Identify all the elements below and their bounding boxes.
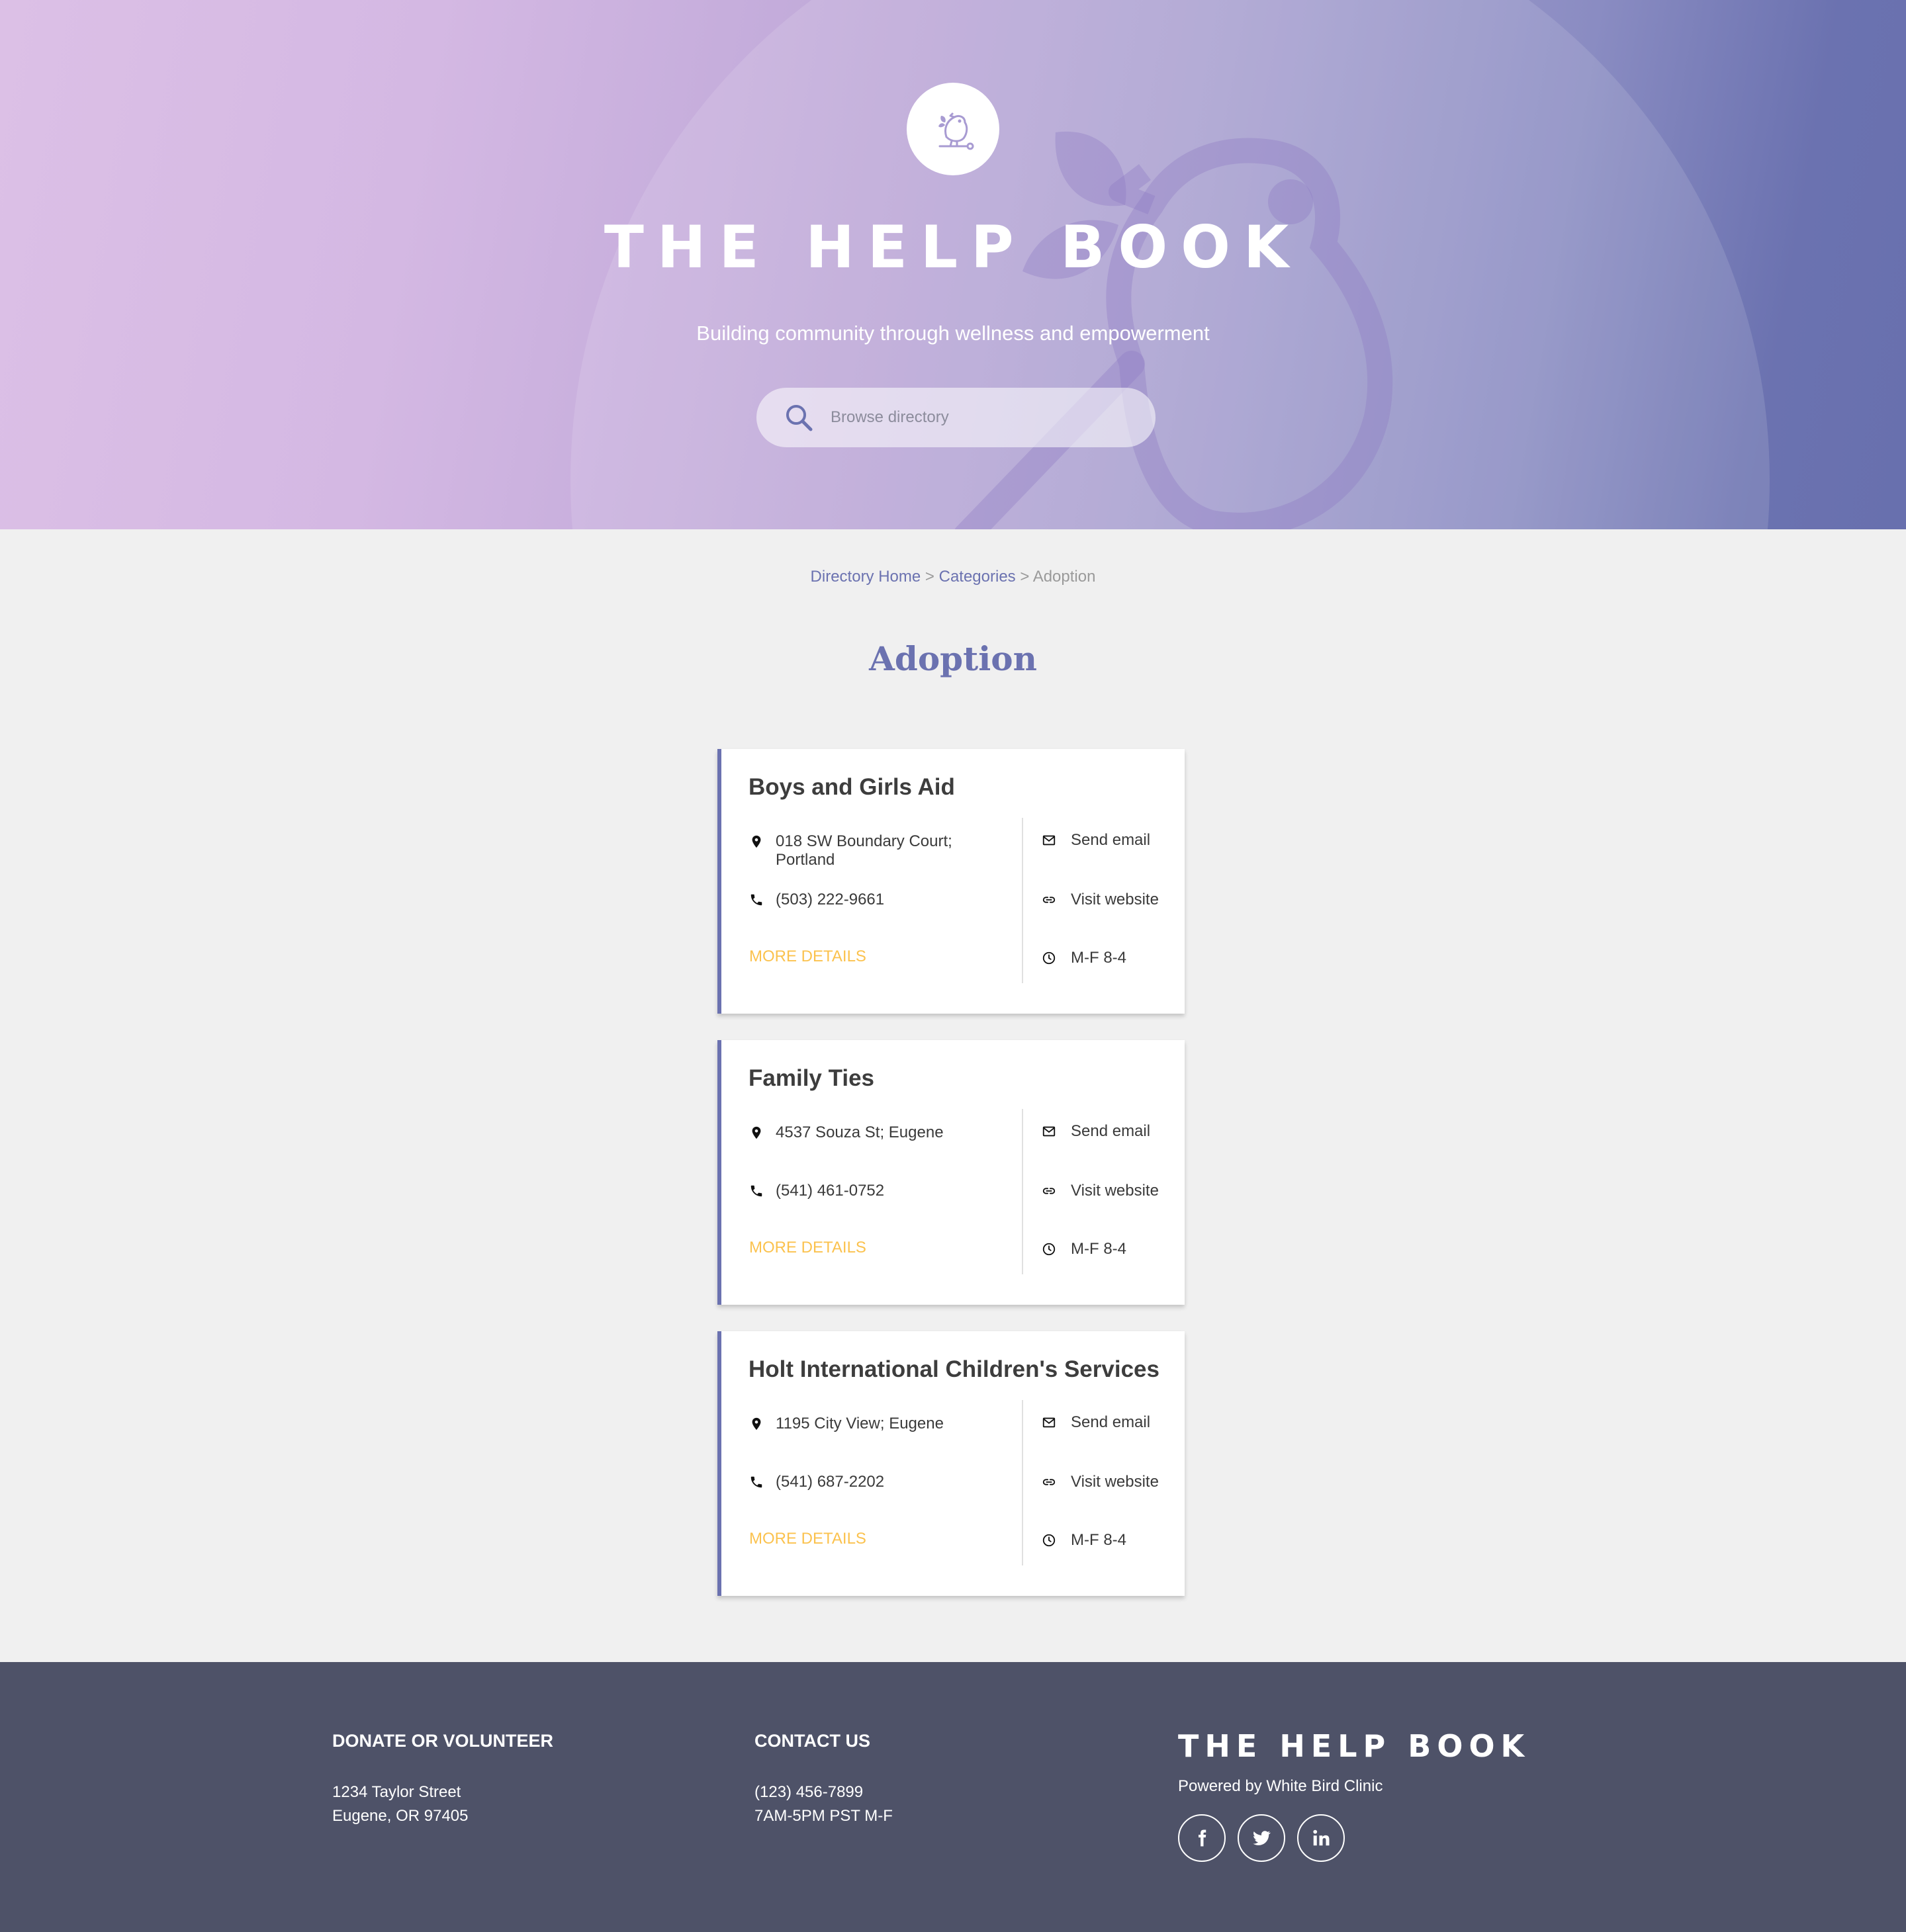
bird-logo-icon [938, 112, 974, 150]
card-divider [1022, 1109, 1023, 1274]
phone-icon [750, 894, 762, 906]
listing-card: Boys and Girls Aid 018 SW Boundary Court… [717, 749, 1185, 1014]
breadcrumb-separator: > [1020, 568, 1030, 586]
listing-name: Boys and Girls Aid [749, 774, 955, 800]
footer-brand: THE HELP BOOK [1178, 1728, 1531, 1764]
listing-phone-text: (541) 687-2202 [776, 1473, 885, 1491]
logo-badge[interactable] [907, 83, 999, 175]
listing-address-text: 4537 Souza St; Eugene [776, 1123, 944, 1141]
hero-subtitle: Building community through wellness and … [696, 322, 1210, 345]
hero-title: THE HELP BOOK [604, 213, 1302, 281]
breadcrumb-categories[interactable]: Categories [939, 568, 1016, 586]
footer: DONATE OR VOLUNTEER 1234 Taylor Street E… [0, 1662, 1906, 1932]
card-divider [1022, 818, 1023, 983]
listing-address: 4537 Souza St; Eugene [749, 1123, 1001, 1142]
link-icon [1042, 1188, 1056, 1194]
listing-address-text: 018 SW Boundary Court; Portland [776, 832, 952, 869]
listing-hours: M-F 8-4 [1042, 1240, 1126, 1258]
send-email-link[interactable]: Send email [1042, 831, 1150, 850]
more-details-link[interactable]: MORE DETAILS [749, 1530, 866, 1548]
visit-website-label: Visit website [1071, 891, 1159, 908]
listing-hours-text: M-F 8-4 [1071, 1240, 1126, 1258]
phone-icon [750, 1476, 762, 1488]
listing-card: Holt International Children's Services 1… [717, 1331, 1185, 1596]
visit-website-link[interactable]: Visit website [1042, 1473, 1159, 1491]
send-email-link[interactable]: Send email [1042, 1413, 1150, 1432]
listing-phone[interactable]: (503) 222-9661 [749, 891, 884, 909]
visit-website-label: Visit website [1071, 1182, 1159, 1200]
footer-contact-heading[interactable]: CONTACT US [754, 1731, 893, 1751]
visit-website-label: Visit website [1071, 1473, 1159, 1491]
listing-address-text: 1195 City View; Eugene [776, 1415, 944, 1432]
breadcrumb: Directory Home > Categories > Adoption [0, 568, 1906, 586]
footer-contact-phone: (123) 456-7899 [754, 1783, 864, 1801]
location-pin-icon [752, 1417, 761, 1430]
breadcrumb-separator: > [925, 568, 934, 586]
listing-hours: M-F 8-4 [1042, 949, 1126, 967]
listing-hours: M-F 8-4 [1042, 1531, 1126, 1550]
clock-icon [1042, 1534, 1056, 1547]
listing-phone[interactable]: (541) 461-0752 [749, 1182, 884, 1200]
footer-contact-hours: 7AM-5PM PST M-F [754, 1807, 893, 1825]
send-email-label: Send email [1071, 1413, 1151, 1431]
listing-phone-text: (503) 222-9661 [776, 891, 885, 908]
phone-icon [750, 1185, 762, 1197]
clock-icon [1042, 951, 1056, 965]
twitter-icon[interactable] [1238, 1814, 1285, 1862]
send-email-link[interactable]: Send email [1042, 1122, 1150, 1141]
footer-donate-line2: Eugene, OR 97405 [332, 1807, 469, 1825]
search-input[interactable] [831, 408, 1109, 427]
link-icon [1042, 1479, 1056, 1485]
link-icon [1042, 897, 1056, 903]
listing-phone[interactable]: (541) 687-2202 [749, 1473, 884, 1491]
page-title: Adoption [869, 639, 1037, 678]
listing-card: Family Ties 4537 Souza St; Eugene (541) … [717, 1040, 1185, 1305]
listing-address: 1195 City View; Eugene [749, 1415, 1001, 1433]
breadcrumb-current: Adoption [1032, 568, 1096, 586]
footer-contact: CONTACT US (123) 456-7899 7AM-5PM PST M-… [754, 1731, 893, 1828]
send-email-label: Send email [1071, 831, 1151, 849]
visit-website-link[interactable]: Visit website [1042, 1182, 1159, 1200]
hero-banner: THE HELP BOOK Building community through… [0, 0, 1906, 529]
listing-address: 018 SW Boundary Court; Portland [749, 832, 1001, 869]
location-pin-icon [752, 835, 761, 848]
card-divider [1022, 1400, 1023, 1565]
clock-icon [1042, 1243, 1056, 1256]
more-details-link[interactable]: MORE DETAILS [749, 1239, 866, 1257]
mail-icon [1042, 835, 1056, 846]
linkedin-icon[interactable] [1297, 1814, 1345, 1862]
footer-donate-heading[interactable]: DONATE OR VOLUNTEER [332, 1731, 553, 1751]
listing-phone-text: (541) 461-0752 [776, 1182, 885, 1200]
breadcrumb-directory-home[interactable]: Directory Home [811, 568, 921, 586]
location-pin-icon [752, 1126, 761, 1139]
listing-hours-text: M-F 8-4 [1071, 1531, 1126, 1549]
search-icon[interactable] [783, 402, 815, 433]
footer-donate-line1: 1234 Taylor Street [332, 1783, 461, 1801]
listing-name: Family Ties [749, 1065, 875, 1091]
search-bar[interactable] [756, 388, 1156, 447]
send-email-label: Send email [1071, 1122, 1151, 1140]
mail-icon [1042, 1417, 1056, 1428]
listing-hours-text: M-F 8-4 [1071, 949, 1126, 967]
listing-name: Holt International Children's Services [749, 1356, 1159, 1382]
footer-powered-by: Powered by White Bird Clinic [1178, 1777, 1383, 1795]
facebook-icon[interactable] [1178, 1814, 1226, 1862]
footer-donate: DONATE OR VOLUNTEER 1234 Taylor Street E… [332, 1731, 553, 1828]
mail-icon [1042, 1126, 1056, 1137]
more-details-link[interactable]: MORE DETAILS [749, 947, 866, 966]
visit-website-link[interactable]: Visit website [1042, 891, 1159, 909]
